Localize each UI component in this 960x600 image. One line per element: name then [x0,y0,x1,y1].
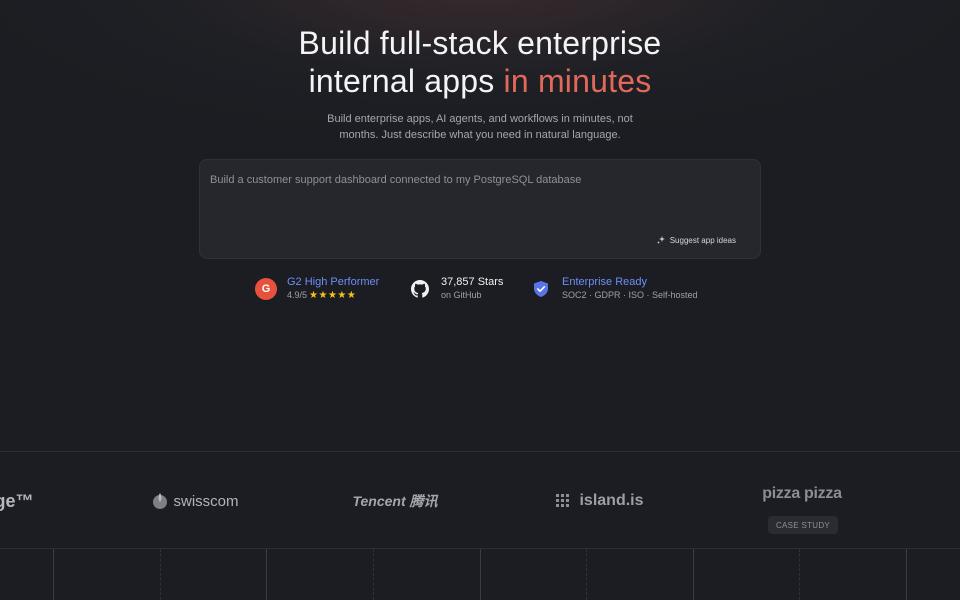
github-badge[interactable]: 37,857 Stars on GitHub [409,276,503,302]
shield-check-icon [530,278,552,300]
grid-line [266,549,267,600]
partial-logo: ge™ [0,490,34,511]
grid-line [480,549,481,600]
suggest-app-ideas-button[interactable]: Suggest app ideas [656,232,736,248]
sparkle-icon [656,236,665,244]
enterprise-badge-title: Enterprise Ready [562,276,647,288]
prompt-box: Suggest app ideas [199,159,761,259]
swisscom-logo: swisscom [140,452,250,550]
grid-line [693,549,694,600]
decorative-grid [0,549,960,600]
grid-line [906,549,907,600]
grid-line [373,549,374,600]
g2-rating-value: 4.9/5 [287,290,308,300]
g2-badge[interactable]: G G2 High Performer 4.9/5 ★★★★★ [255,276,379,302]
island-is-logo: island.is [545,452,655,550]
g2-badge-rating: 4.9/5 ★★★★★ [287,289,379,302]
star-rating-icon: ★★★★★ [309,290,357,301]
grid-line [586,549,587,600]
github-badge-subtitle: on GitHub [441,290,482,300]
grid-line [799,549,800,600]
enterprise-badge[interactable]: Enterprise Ready SOC2 · GDPR · ISO · Sel… [530,276,698,302]
github-icon [409,278,431,300]
enterprise-badge-subtitle: SOC2 · GDPR · ISO · Self-hosted [562,290,698,300]
g2-badge-title: G2 High Performer [287,276,380,288]
hero-title-accent: in minutes [503,63,652,99]
app-description-input[interactable] [200,160,760,230]
trust-badges: G G2 High Performer 4.9/5 ★★★★★ 37,857 St… [0,276,960,306]
grid-line [53,549,54,600]
hero-title: Build full-stack enterprise internal app… [0,24,960,100]
tencent-logo: Tencent 腾讯 [352,493,438,509]
g2-icon: G [255,278,277,300]
suggest-app-ideas-label: Suggest app ideas [669,235,736,245]
hero-subtitle: Build enterprise apps, AI agents, and wo… [327,113,633,141]
customer-logos-strip: ge™ swisscom Tencent 腾讯 island.is pizza … [0,451,960,549]
grid-line [160,549,161,600]
github-stars-count: 37,857 Stars [441,276,504,288]
island-dots-icon [556,494,570,507]
hero-title-line1: Build full-stack enterprise [298,25,662,61]
case-study-button[interactable]: CASE STUDY [768,516,838,534]
hero-title-line2: internal apps [308,63,504,99]
swisscom-mark-icon [153,493,168,509]
